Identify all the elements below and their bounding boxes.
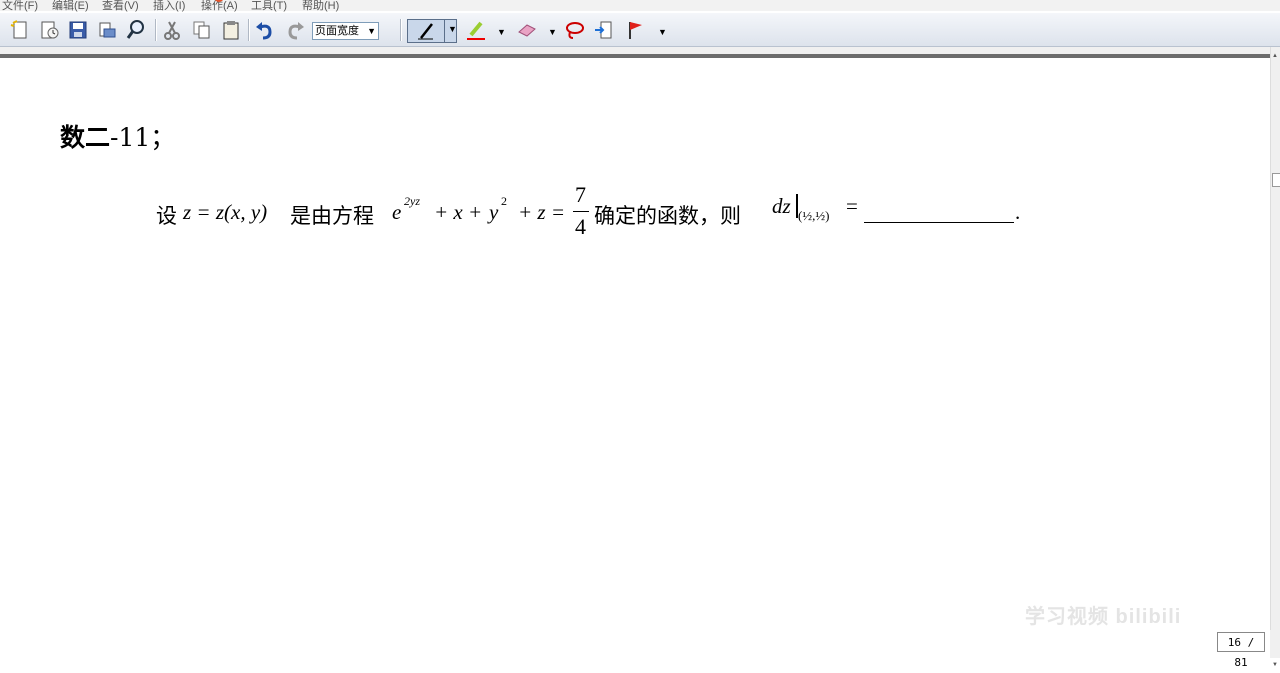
open-icon — [41, 21, 59, 39]
insert-space-button[interactable] — [592, 18, 616, 42]
toolbar: 页面宽度 ▼ ▼ ▼ ▼ ▼ — [0, 13, 1280, 47]
scrollbar-thumb[interactable] — [1272, 173, 1280, 187]
scroll-down-icon[interactable]: ▼ — [1272, 662, 1278, 668]
new-icon — [10, 20, 27, 39]
problem-heading: 数二-11； — [60, 118, 175, 154]
print-icon — [99, 22, 116, 38]
menu-file[interactable]: 文件(F) — [2, 0, 38, 13]
chevron-down-icon[interactable]: ▼ — [448, 24, 457, 34]
menu-tools[interactable]: 工具(T) — [251, 0, 287, 13]
menu-bar: 文件(F) 编辑(E) 查看(V) 插入(I) 操作(A) 工具(T) 帮助(H… — [0, 0, 1280, 13]
heading-number: -11； — [110, 123, 176, 152]
eraser-icon — [518, 24, 536, 37]
pen-tool-button[interactable]: ▼ — [407, 19, 457, 43]
redo-icon — [288, 22, 304, 40]
cut-button[interactable] — [160, 18, 184, 42]
chevron-down-icon: ▼ — [367, 26, 376, 36]
pen-icon — [418, 23, 433, 40]
highlighter-icon — [467, 21, 485, 40]
flag-icon — [629, 22, 642, 39]
save-button[interactable] — [66, 18, 90, 42]
chevron-down-icon[interactable]: ▼ — [497, 27, 506, 37]
page-indicator: 16 / 81 — [1217, 632, 1265, 669]
lasso-button[interactable] — [563, 18, 587, 42]
chevron-down-icon[interactable]: ▼ — [658, 27, 667, 37]
highlighter-button[interactable] — [464, 18, 488, 42]
open-button[interactable] — [37, 18, 61, 42]
print-button[interactable] — [95, 18, 119, 42]
redo-button[interactable] — [283, 18, 307, 42]
chevron-down-icon[interactable]: ▼ — [548, 27, 557, 37]
page-edge — [0, 54, 1270, 58]
save-icon — [69, 21, 87, 39]
find-button[interactable] — [124, 18, 148, 42]
paste-icon — [223, 21, 239, 40]
insert-space-icon — [595, 21, 612, 39]
watermark: 学习视频 bilibili — [1025, 606, 1182, 628]
copy-button[interactable] — [190, 18, 214, 42]
undo-button[interactable] — [253, 18, 277, 42]
zoom-select[interactable]: 页面宽度 ▼ — [312, 22, 379, 40]
undo-icon — [256, 22, 272, 40]
menu-view[interactable]: 查看(V) — [102, 0, 139, 13]
lasso-icon — [566, 22, 584, 39]
scroll-up-icon[interactable]: ▲ — [1272, 53, 1278, 59]
find-icon — [126, 20, 144, 39]
eraser-button[interactable] — [515, 18, 539, 42]
problem-statement: 设 z = z(x, y) 是由方程 e 2yz + x + y 2 + z =… — [156, 182, 1021, 239]
menu-help[interactable]: 帮助(H) — [302, 0, 339, 13]
zoom-value: 页面宽度 — [315, 25, 359, 37]
menu-insert[interactable]: 插入(I) — [153, 0, 185, 13]
heading-bold: 数二 — [60, 123, 111, 152]
menu-edit[interactable]: 编辑(E) — [52, 0, 89, 13]
vertical-scrollbar[interactable]: ▲ ▼ — [1270, 47, 1280, 668]
cut-icon — [164, 21, 180, 40]
flag-button[interactable] — [624, 18, 648, 42]
paste-button[interactable] — [219, 18, 243, 42]
new-button[interactable] — [8, 18, 32, 42]
copy-icon — [193, 21, 210, 39]
